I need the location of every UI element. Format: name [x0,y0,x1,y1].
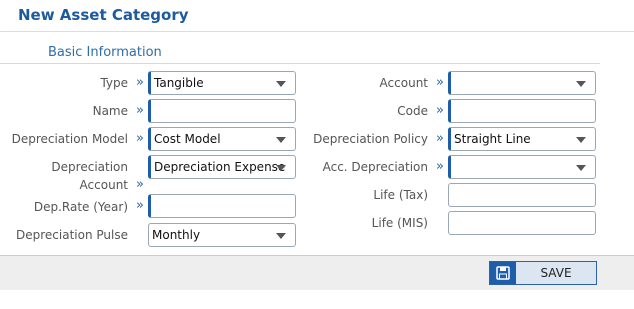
double-chevron-right-icon[interactable]: » [134,198,146,214]
depreciation-model-select[interactable]: Cost Model [148,127,296,151]
depreciation-model-value: Cost Model [154,132,221,146]
acc-depreciation-select[interactable] [448,155,596,179]
caret-down-icon [276,233,286,239]
double-chevron-right-icon[interactable]: » [134,177,146,193]
caret-down-icon [576,165,586,171]
life-tax-label: Life (Tax) [373,188,428,202]
code-label: Code [397,104,428,118]
save-label: SAVE [540,266,572,280]
caret-down-icon [576,81,586,87]
depreciation-account-label-line2: Account [79,178,128,192]
page-title: New Asset Category [18,6,189,24]
double-chevron-right-icon[interactable]: » [434,131,446,147]
caret-down-icon [576,137,586,143]
double-chevron-right-icon[interactable]: » [434,159,446,175]
section-title: Basic Information [48,45,162,60]
depreciation-pulse-select[interactable]: Monthly [148,223,296,247]
life-mis-input[interactable] [448,211,596,235]
caret-down-icon [276,165,286,171]
caret-down-icon [276,137,286,143]
name-input[interactable] [148,99,296,123]
section-divider [0,63,600,64]
depreciation-pulse-value: Monthly [152,228,201,242]
type-label: Type [100,76,128,90]
depreciation-account-value: Depreciation Expense [154,160,286,174]
depreciation-account-select[interactable]: Depreciation Expense [148,155,296,179]
account-select[interactable] [448,71,596,95]
depreciation-policy-value: Straight Line [454,132,531,146]
title-divider [0,31,634,32]
life-tax-input[interactable] [448,183,596,207]
double-chevron-right-icon[interactable]: » [434,103,446,119]
depreciation-policy-label: Depreciation Policy [313,132,428,146]
double-chevron-right-icon[interactable]: » [134,103,146,119]
type-select-value: Tangible [154,76,204,90]
acc-depreciation-label: Acc. Depreciation [322,160,428,174]
floppy-disk-icon [490,262,516,284]
depreciation-model-label: Depreciation Model [11,132,128,146]
caret-down-icon [276,81,286,87]
save-button[interactable]: SAVE [489,261,597,285]
double-chevron-right-icon[interactable]: » [434,75,446,91]
account-label: Account [379,76,428,90]
dep-rate-input[interactable] [148,194,296,218]
depreciation-account-label-line1: Depreciation [51,160,128,174]
type-select[interactable]: Tangible [148,71,296,95]
life-mis-label: Life (MIS) [371,216,428,230]
code-input[interactable] [448,99,596,123]
depreciation-pulse-label: Depreciation Pulse [16,228,128,242]
double-chevron-right-icon[interactable]: » [134,131,146,147]
double-chevron-right-icon[interactable]: » [134,75,146,91]
dep-rate-label: Dep.Rate (Year) [33,200,128,214]
name-label: Name [92,104,128,118]
depreciation-policy-select[interactable]: Straight Line [448,127,596,151]
